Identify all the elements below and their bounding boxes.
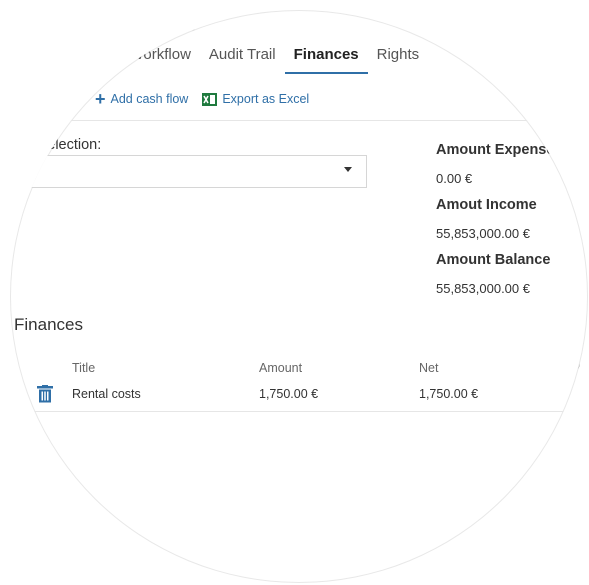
add-cash-flow-button[interactable]: + Add cash flow [95,89,189,109]
column-header-net[interactable]: Net [419,361,438,375]
column-header-title[interactable]: Title [72,361,95,375]
tab-bar: s Workflow Audit Trail Finances Rights [95,46,428,74]
page: ect s Workflow Audit Trail Finances Righ… [0,0,589,585]
trash-icon[interactable] [37,385,53,403]
page-title: ect [160,10,195,36]
tab-workflow[interactable]: Workflow [121,46,200,74]
page-content: ect s Workflow Audit Trail Finances Righ… [10,10,588,583]
row-amount: 1,750.00 € [259,387,319,401]
amount-income-label: Amout Income [436,197,537,213]
amount-balance-label: Amount Balance [436,252,551,268]
chevron-down-icon [344,167,352,172]
export-excel-label: Export as Excel [222,92,310,106]
export-excel-button[interactable]: Export as Excel [202,92,309,106]
circular-viewport: ect s Workflow Audit Trail Finances Righ… [10,10,588,583]
amount-balance-value: 55,853,000.00 € [436,281,530,296]
amount-summary: Amount Expense 0.00 € Amout Income 55,85… [436,142,588,307]
table-row: Rental costs 1,750.00 € 1,750.00 € [28,379,588,412]
selection-dropdown[interactable]: l [24,155,367,188]
row-net: 1,750.00 € [419,387,479,401]
column-header-extra[interactable]: ( [578,361,582,375]
row-title: Rental costs [72,387,141,401]
plus-icon: + [95,89,106,109]
amount-expense-label: Amount Expense [436,142,555,158]
amount-income-value: 55,853,000.00 € [436,226,530,241]
excel-icon [202,92,218,106]
toolbar: + Add cash flow Export as Excel [95,89,323,109]
selection-label: selection: [40,137,102,153]
tab-rights[interactable]: Rights [368,46,429,74]
amount-expense-value: 0.00 € [436,171,473,186]
tab-finances[interactable]: Finances [284,46,368,74]
tab-audit-trail[interactable]: Audit Trail [200,46,285,74]
tab-partial[interactable]: s [95,46,121,74]
column-header-amount[interactable]: Amount [259,361,302,375]
selection-value: l [31,164,34,179]
add-cash-flow-label: Add cash flow [110,92,189,106]
divider [10,120,585,121]
finances-heading: Finances [14,315,83,334]
